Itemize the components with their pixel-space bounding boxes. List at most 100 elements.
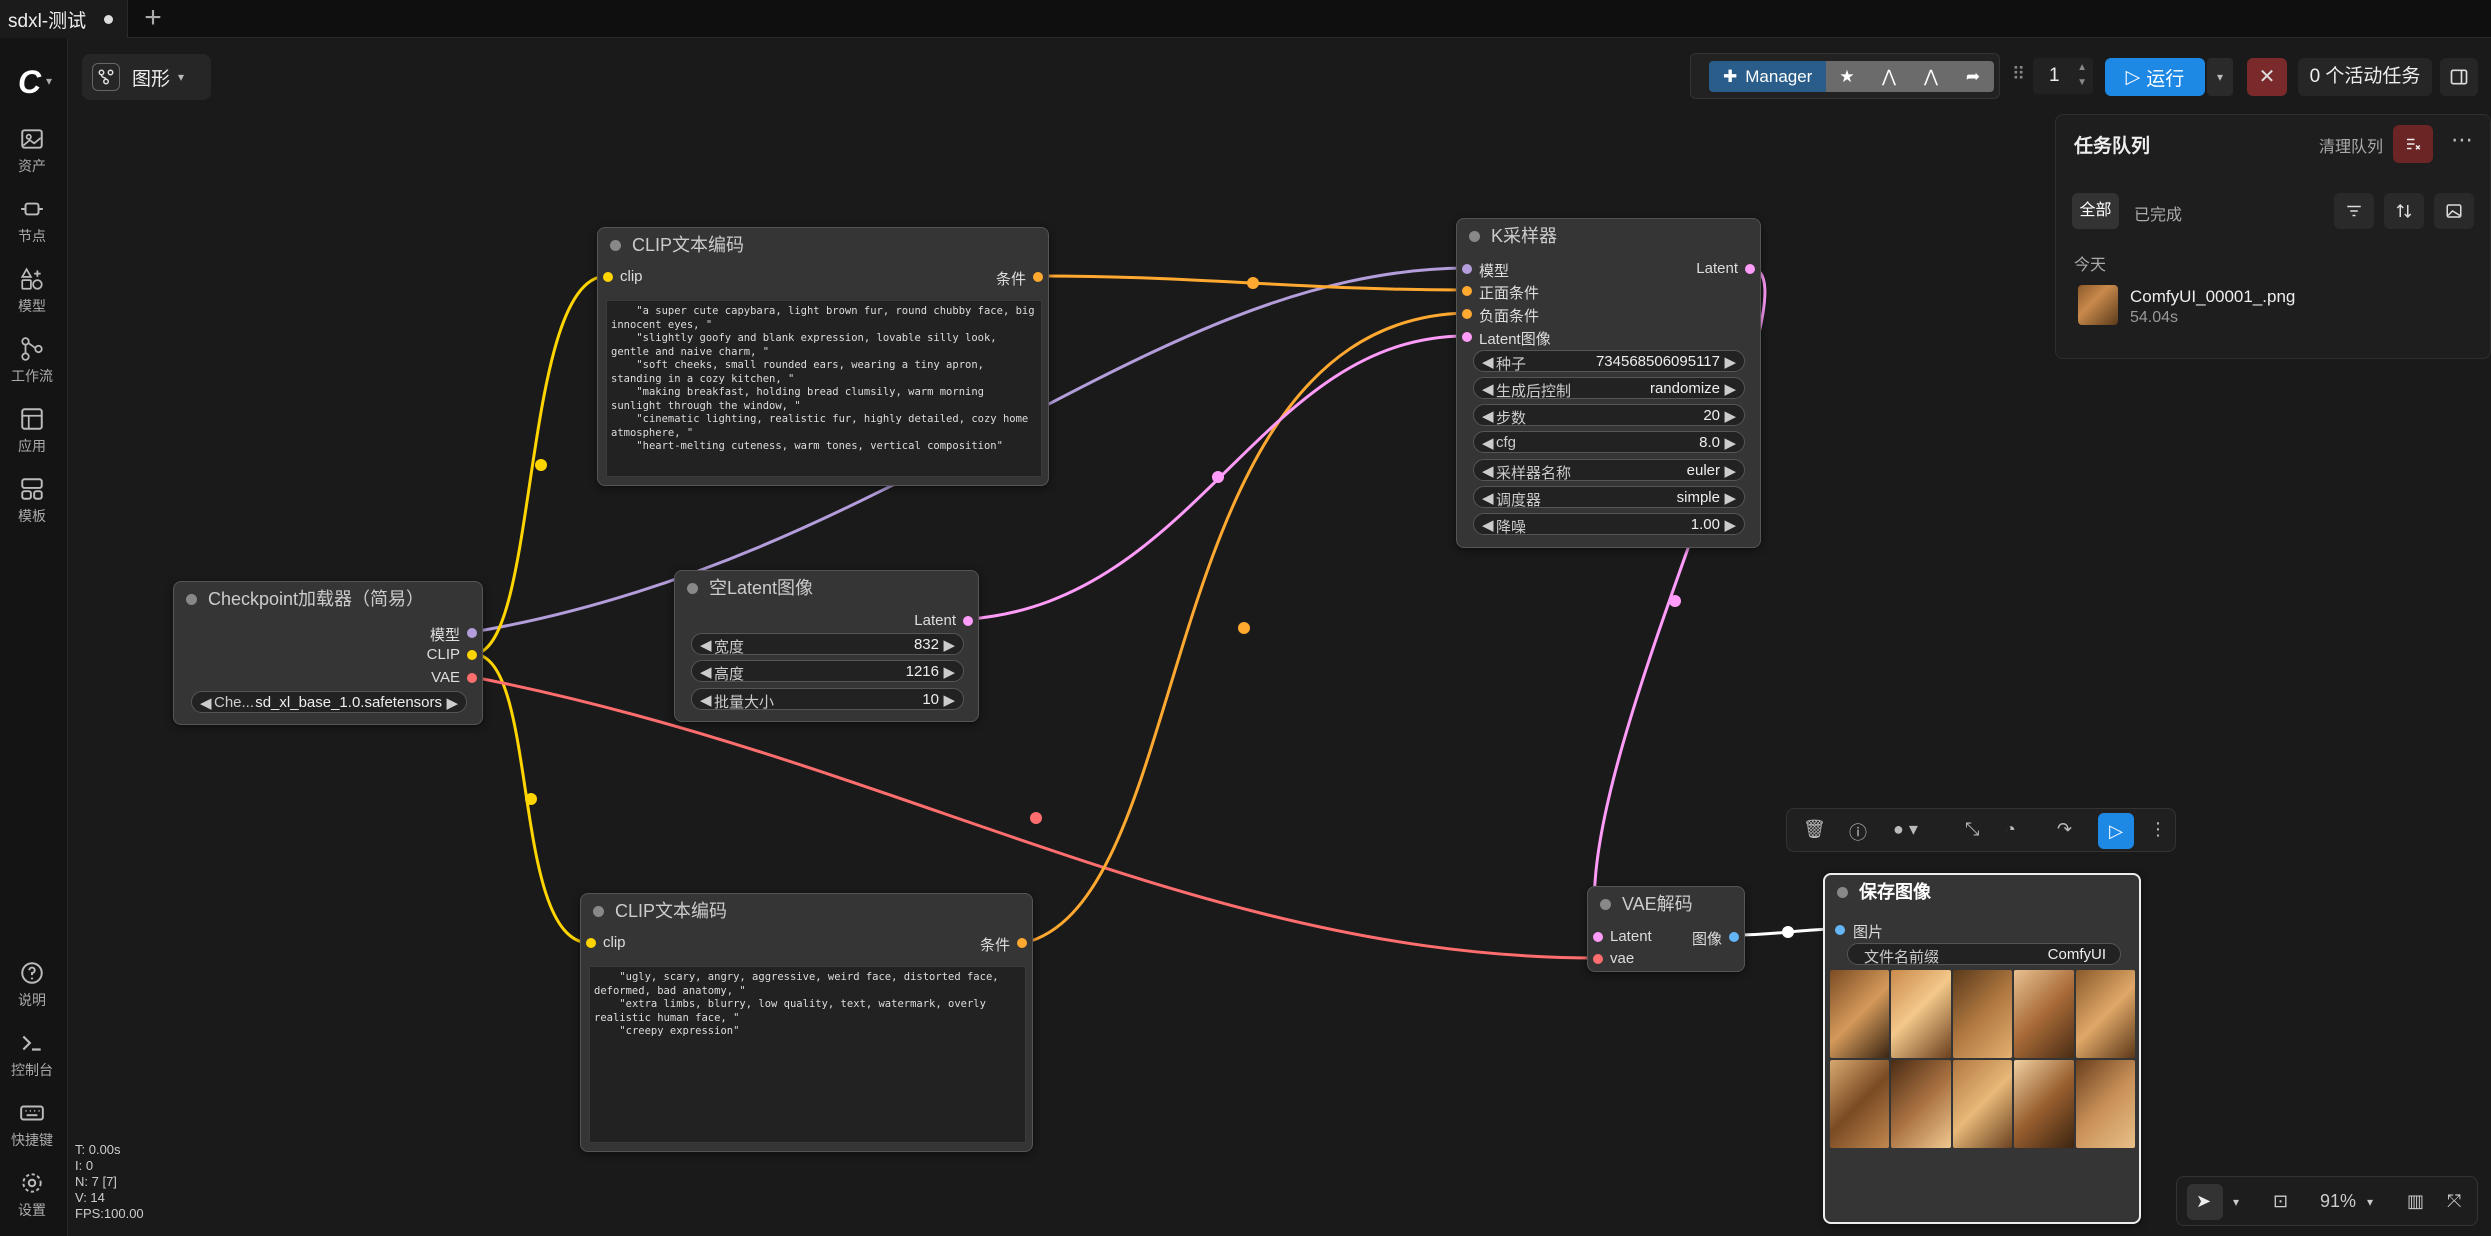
prompt-textarea[interactable]: "ugly, scary, angry, aggressive, weird f…: [589, 966, 1026, 1143]
collapse-dot-icon[interactable]: [593, 906, 604, 917]
sampler-name-widget[interactable]: ◀ 采样器名称 euler ▶: [1473, 459, 1745, 482]
compare-alt-button[interactable]: ⋀: [1910, 61, 1952, 92]
drag-handle-icon[interactable]: ⠿: [2012, 64, 2025, 85]
input-slot-vae[interactable]: [1593, 954, 1603, 964]
filter-button[interactable]: [2334, 193, 2374, 229]
queue-item-name[interactable]: ComfyUI_00001_.png: [2130, 287, 2295, 307]
gallery-button[interactable]: [2434, 193, 2474, 229]
height-widget[interactable]: ◀ 高度 1216 ▶: [691, 660, 964, 683]
decrement-arrow-icon[interactable]: ◀: [700, 663, 712, 681]
increment-arrow-icon[interactable]: ▶: [1724, 489, 1736, 507]
output-slot-conditioning[interactable]: [1033, 272, 1043, 282]
logo-menu-chevron-icon[interactable]: ▾: [46, 74, 52, 88]
run-options-chevron-icon[interactable]: ▾: [2207, 58, 2233, 96]
decrement-arrow-icon[interactable]: ◀: [1482, 489, 1494, 507]
preview-image[interactable]: [2014, 1060, 2074, 1148]
collapse-dot-icon[interactable]: [1600, 899, 1611, 910]
preview-image[interactable]: [2075, 970, 2135, 1058]
node-title[interactable]: CLIP文本编码: [598, 228, 1048, 262]
input-slot-positive[interactable]: [1462, 286, 1472, 296]
run-node-button[interactable]: ▷: [2098, 813, 2134, 849]
decrement-arrow-icon[interactable]: ◀: [1482, 516, 1494, 534]
sidebar-item-workflows[interactable]: 工作流: [0, 336, 64, 386]
sidebar-item-shortcuts[interactable]: 快捷键: [0, 1100, 64, 1150]
collapse-icon[interactable]: ⤡: [1965, 819, 1979, 840]
batch-size-widget[interactable]: ◀ 批量大小 10 ▶: [691, 688, 964, 711]
output-slot-latent[interactable]: [963, 616, 973, 626]
sidebar-item-console[interactable]: 控制台: [0, 1030, 64, 1080]
preview-image[interactable]: [1830, 1060, 1890, 1148]
clear-queue-button[interactable]: [2393, 125, 2433, 163]
steps-widget[interactable]: ◀ 步数 20 ▶: [1473, 404, 1745, 427]
output-slot-model[interactable]: [467, 628, 477, 638]
output-slot-clip[interactable]: [467, 650, 477, 660]
sidebar-item-nodes[interactable]: 节点: [0, 196, 64, 246]
fit-view-icon[interactable]: ⊡: [2273, 1191, 2288, 1212]
sidebar-item-settings[interactable]: 设置: [0, 1170, 64, 1220]
increment-arrow-icon[interactable]: ▶: [1724, 462, 1736, 480]
preview-image[interactable]: [1830, 970, 1890, 1058]
new-tab-button[interactable]: +: [138, 3, 168, 34]
decrement-arrow-icon[interactable]: ◀: [1482, 353, 1494, 371]
sort-button[interactable]: [2384, 193, 2424, 229]
width-widget[interactable]: ◀ 宽度 832 ▶: [691, 633, 964, 656]
increment-arrow-icon[interactable]: ▶: [446, 694, 458, 712]
active-tasks-button[interactable]: 0 个活动任务: [2298, 58, 2432, 96]
compare-button[interactable]: ⋀: [1868, 61, 1910, 92]
denoise-widget[interactable]: ◀ 降噪 1.00 ▶: [1473, 513, 1745, 536]
star-button[interactable]: ★: [1826, 61, 1868, 92]
node-vae-decode[interactable]: VAE解码 Latent 图像 vae: [1587, 886, 1745, 972]
input-slot-model[interactable]: [1462, 264, 1472, 274]
sidebar-item-templates[interactable]: 模板: [0, 476, 64, 526]
output-slot-conditioning[interactable]: [1017, 938, 1027, 948]
node-title[interactable]: K采样器: [1457, 219, 1760, 253]
image-preview-grid[interactable]: [1830, 970, 2135, 1148]
collapse-dot-icon[interactable]: [687, 583, 698, 594]
collapse-dot-icon[interactable]: [1469, 231, 1480, 242]
node-clip-text-encode-negative[interactable]: CLIP文本编码 clip 条件 "ugly, scary, angry, ag…: [580, 893, 1033, 1152]
preview-image[interactable]: [1891, 1060, 1951, 1148]
sidebar-item-help[interactable]: 说明: [0, 960, 64, 1010]
queue-item-thumbnail[interactable]: [2078, 285, 2118, 325]
collapse-dot-icon[interactable]: [610, 240, 621, 251]
manager-button[interactable]: ✚ Manager: [1709, 61, 1826, 92]
redo-icon[interactable]: ↷: [2057, 819, 2072, 840]
batch-count-input[interactable]: 1 ▲ ▼: [2033, 58, 2093, 94]
node-ksampler[interactable]: K采样器 模型 Latent 正面条件 负面条件 Latent图像 ◀ 种子 734…: [1456, 218, 1761, 548]
increment-arrow-icon[interactable]: ▶: [1724, 353, 1736, 371]
ckpt-name-widget[interactable]: ◀ Che... sd_xl_base_1.0.safetensors ▶: [191, 691, 467, 713]
increment-arrow-icon[interactable]: ▶: [943, 691, 955, 709]
run-button[interactable]: ▷ 运行: [2105, 58, 2205, 96]
collapse-dot-icon[interactable]: [1837, 887, 1848, 898]
workflow-tab[interactable]: sdxl-测试: [0, 0, 128, 38]
more-options-icon[interactable]: ⋮: [2149, 819, 2167, 840]
preview-image[interactable]: [1952, 970, 2013, 1058]
node-title[interactable]: 空Latent图像: [675, 571, 978, 605]
increment-arrow-icon[interactable]: ▶: [1724, 434, 1736, 452]
node-clip-text-encode-positive[interactable]: CLIP文本编码 clip 条件 "a super cute capybara,…: [597, 227, 1049, 486]
toggle-panel-button[interactable]: [2440, 58, 2478, 96]
control-after-generate-widget[interactable]: ◀ 生成后控制 randomize ▶: [1473, 377, 1745, 400]
sidebar-item-assets[interactable]: 资产: [0, 126, 64, 176]
node-title[interactable]: 保存图像: [1825, 875, 2139, 909]
preview-image[interactable]: [2014, 970, 2074, 1058]
seed-widget[interactable]: ◀ 种子 734568506095117 ▶: [1473, 350, 1745, 373]
output-slot-latent[interactable]: [1745, 264, 1755, 274]
collapse-dot-icon[interactable]: [186, 594, 197, 605]
decrement-arrow-icon[interactable]: ◀: [1482, 434, 1494, 452]
node-title[interactable]: VAE解码: [1588, 887, 1744, 921]
preview-image[interactable]: [2075, 1060, 2135, 1148]
input-slot-clip[interactable]: [603, 272, 613, 282]
decrement-arrow-icon[interactable]: ◀: [1482, 380, 1494, 398]
output-slot-vae[interactable]: [467, 673, 477, 683]
input-slot-images[interactable]: [1835, 925, 1845, 935]
zoom-chevron-down-icon[interactable]: ▾: [2367, 1195, 2373, 1209]
preview-image[interactable]: [1891, 970, 1951, 1058]
increment-arrow-icon[interactable]: ▶: [943, 663, 955, 681]
decrement-arrow-icon[interactable]: ◀: [200, 694, 212, 712]
chevron-down-icon[interactable]: ▾: [2233, 1195, 2239, 1209]
preview-image[interactable]: [1952, 1060, 2013, 1148]
increment-arrow-icon[interactable]: ▶: [1724, 516, 1736, 534]
input-slot-clip[interactable]: [586, 938, 596, 948]
stepper-arrows-icon[interactable]: ▲ ▼: [2077, 60, 2087, 90]
